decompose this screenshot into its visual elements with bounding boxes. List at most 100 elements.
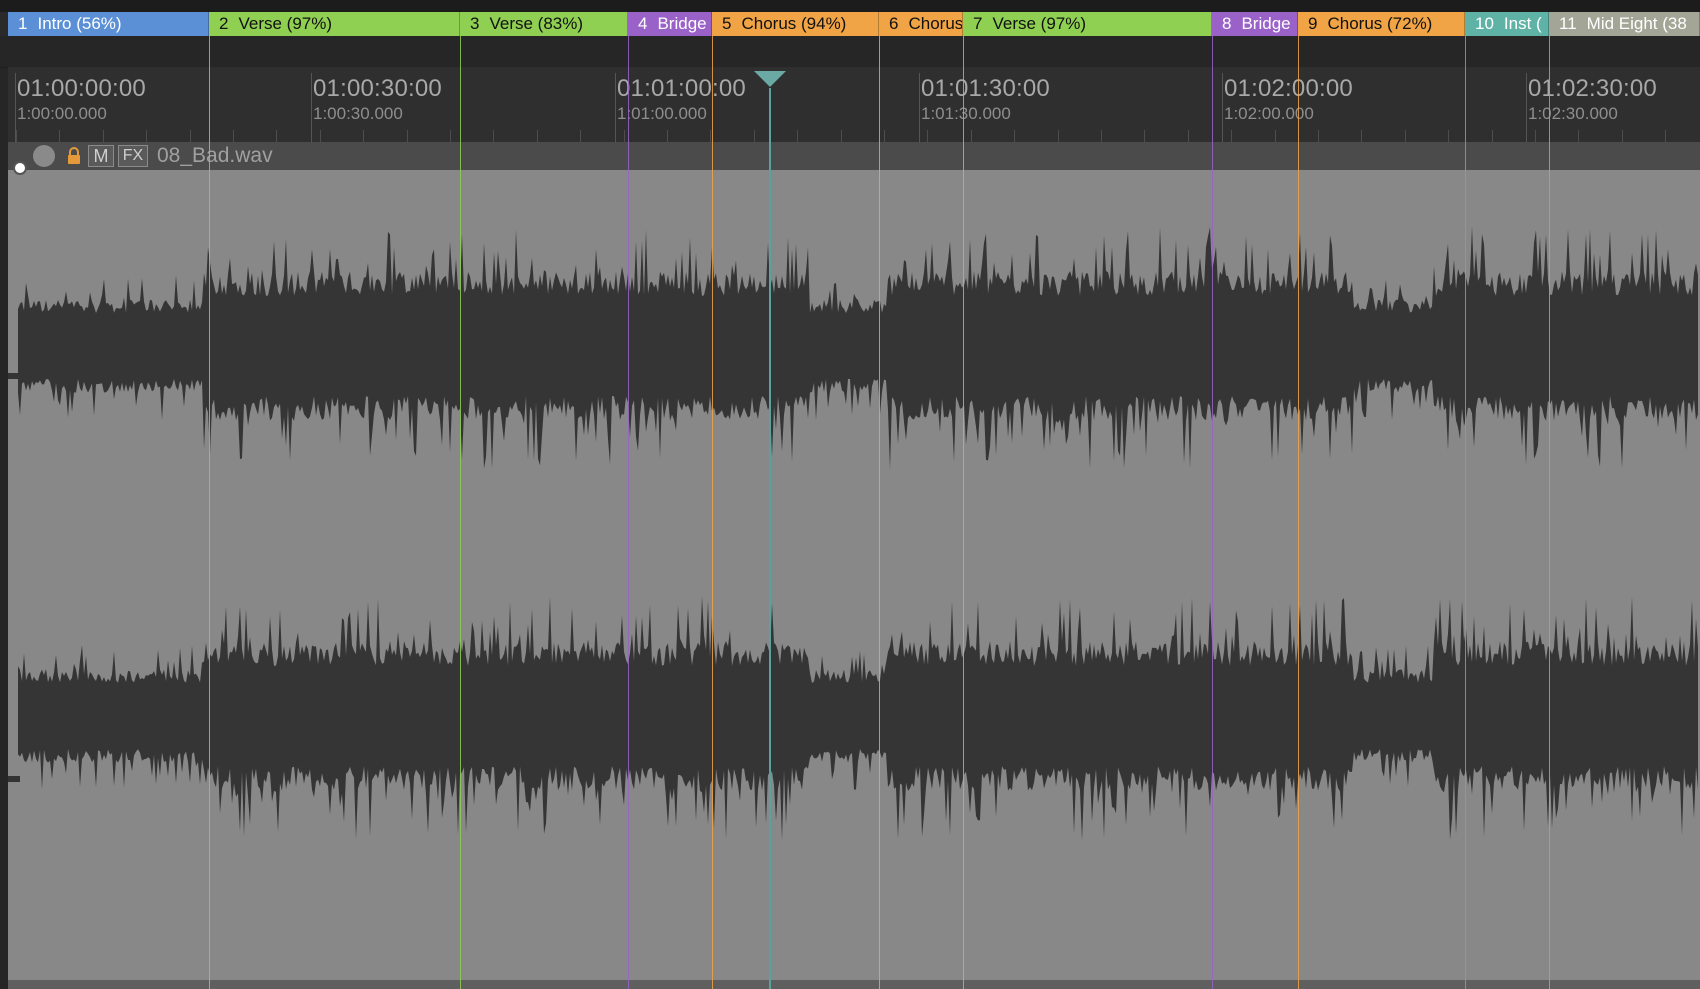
ruler-minor-tick [624, 130, 625, 142]
clip-footer [8, 980, 1700, 989]
section-number: 3 [470, 14, 480, 33]
ruler-seconds: 1:02:00.000 [1224, 104, 1314, 123]
section-label: Chorus (94%) [741, 14, 847, 33]
ruler-minor-tick [1448, 130, 1449, 142]
channel-2-marker [8, 776, 20, 782]
section-boundary-line [209, 36, 210, 989]
ruler-minor-tick [1405, 130, 1406, 142]
section-label: Bridge [1241, 14, 1291, 33]
section-boundary-line [879, 36, 880, 989]
ruler-minor-tick [1231, 130, 1232, 142]
ruler-minor-tick [754, 130, 755, 142]
section-boundary-line [1298, 36, 1299, 989]
ruler-minor-tick [1101, 130, 1102, 142]
section-number: 2 [219, 14, 229, 33]
section-marker-9[interactable]: 9 Chorus (72%) [1298, 12, 1465, 36]
ruler-minor-tick [1014, 130, 1015, 142]
ruler-minor-tick [1578, 130, 1579, 142]
section-marker-bar: 1 Intro (56%) 2 Verse (97%) 3 Verse (83%) 4 Bri… [8, 12, 1700, 36]
section-label: Chorus [908, 14, 963, 33]
ruler-major-tick [919, 73, 920, 142]
section-label: Chorus (72%) [1327, 14, 1433, 33]
section-label: Bridge [657, 14, 707, 33]
section-marker-10[interactable]: 10 Inst ( [1465, 12, 1549, 36]
timecode-ruler[interactable]: 01:00:00:00 1:00:00.000 01:00:30:00 1:00:30… [8, 67, 1700, 142]
ruler-minor-tick [190, 130, 191, 142]
ruler-major-tick [311, 73, 312, 142]
ruler-minor-tick [276, 130, 277, 142]
ruler-minor-tick [407, 130, 408, 142]
section-marker-6[interactable]: 6 Chorus [879, 12, 963, 36]
section-number: 11 [1559, 14, 1577, 33]
ruler-seconds: 1:01:30.000 [921, 104, 1011, 123]
section-label: Verse (83%) [489, 14, 584, 33]
section-marker-4[interactable]: 4 Bridge [628, 12, 712, 36]
waveform-channel-2 [18, 596, 1698, 841]
section-marker-1[interactable]: 1 Intro (56%) [8, 12, 209, 36]
ruler-major-tick [1526, 73, 1527, 142]
channel-1-marker [8, 373, 20, 379]
section-label: Intro (56%) [37, 14, 122, 33]
ruler-minor-tick [1144, 130, 1145, 142]
section-boundary-line [1465, 36, 1466, 989]
fx-button[interactable]: FX [118, 145, 148, 167]
ruler-minor-tick [320, 130, 321, 142]
section-number: 5 [722, 14, 732, 33]
top-strip [0, 0, 1700, 12]
arrangement-lane[interactable] [0, 36, 1700, 68]
ruler-seconds: 1:00:30.000 [313, 104, 403, 123]
ruler-minor-tick [667, 130, 668, 142]
section-marker-3[interactable]: 3 Verse (83%) [460, 12, 628, 36]
section-label: Verse (97%) [992, 14, 1087, 33]
section-marker-11[interactable]: 11 Mid Eight (38 [1549, 12, 1700, 36]
audio-clip[interactable] [8, 170, 1700, 980]
left-edge [0, 36, 8, 989]
playhead-handle[interactable] [754, 71, 786, 87]
section-number: 9 [1308, 14, 1318, 33]
ruler-minor-tick [1535, 130, 1536, 142]
ruler-minor-tick [1665, 130, 1666, 142]
daw-timeline-window: 1 Intro (56%) 2 Verse (97%) 3 Verse (83%) 4 Bri… [0, 0, 1700, 989]
section-number: 10 [1475, 14, 1494, 33]
ruler-minor-tick [971, 130, 972, 142]
mute-button[interactable]: M [88, 145, 114, 167]
section-number: 7 [973, 14, 983, 33]
section-number: 4 [638, 14, 648, 33]
section-label: Inst ( [1503, 14, 1542, 33]
ruler-timecode: 01:00:30:00 [313, 75, 442, 102]
section-label: Mid Eight (38 [1586, 14, 1687, 33]
section-marker-8[interactable]: 8 Bridge [1212, 12, 1298, 36]
ruler-minor-tick [1188, 130, 1189, 142]
ruler-minor-tick [1622, 130, 1623, 142]
ruler-minor-tick [103, 130, 104, 142]
waveform [18, 226, 1698, 841]
ruler-minor-tick [363, 130, 364, 142]
section-boundary-line [628, 36, 629, 989]
playhead-line [769, 88, 771, 989]
fade-handle[interactable] [13, 161, 27, 175]
ruler-minor-tick [580, 130, 581, 142]
ruler-major-tick [1222, 73, 1223, 142]
ruler-minor-tick [1318, 130, 1319, 142]
ruler-timecode: 01:02:30:00 [1528, 75, 1657, 102]
clip-header[interactable]: M FX 08_Bad.wav [8, 142, 1700, 172]
ruler-timecode: 01:02:00:00 [1224, 75, 1353, 102]
waveform-channel-1 [18, 226, 1698, 470]
ruler-seconds: 1:02:30.000 [1528, 104, 1618, 123]
clock-icon[interactable] [33, 145, 55, 167]
ruler-minor-tick [16, 130, 17, 142]
section-boundary-line [1212, 36, 1213, 989]
ruler-minor-tick [841, 130, 842, 142]
lock-icon[interactable] [63, 145, 85, 167]
section-marker-2[interactable]: 2 Verse (97%) [209, 12, 460, 36]
section-marker-7[interactable]: 7 Verse (97%) [963, 12, 1212, 36]
ruler-minor-tick [233, 130, 234, 142]
section-boundary-line [460, 36, 461, 989]
ruler-minor-tick [927, 130, 928, 142]
ruler-minor-tick [1275, 130, 1276, 142]
section-marker-5[interactable]: 5 Chorus (94%) [712, 12, 879, 36]
ruler-timecode: 01:00:00:00 [17, 75, 146, 102]
ruler-minor-tick [537, 130, 538, 142]
ruler-minor-tick [450, 130, 451, 142]
ruler-minor-tick [146, 130, 147, 142]
